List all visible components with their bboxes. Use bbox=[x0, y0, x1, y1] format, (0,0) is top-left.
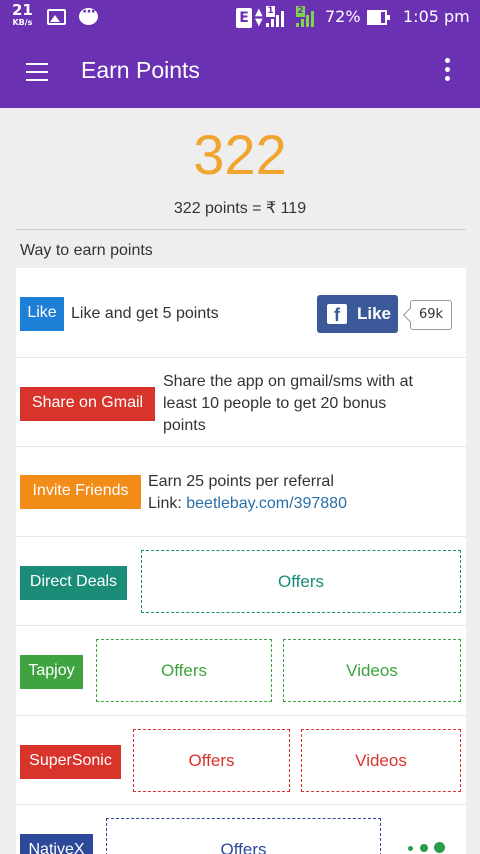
sim1-tag: 1 bbox=[266, 6, 275, 17]
earn-options-list: Like Like and get 5 points f Like 69k Sh… bbox=[16, 268, 466, 854]
clock: 1:05 pm bbox=[403, 7, 470, 26]
facebook-like-button[interactable]: f Like bbox=[317, 295, 398, 333]
share-line-1: Share the app on gmail/sms with at bbox=[163, 373, 413, 390]
app-bar: Earn Points bbox=[0, 36, 480, 108]
like-badge[interactable]: Like bbox=[20, 297, 64, 331]
gallery-icon bbox=[47, 9, 66, 25]
referral-link[interactable]: beetlebay.com/397880 bbox=[186, 495, 347, 512]
supersonic-badge[interactable]: SuperSonic bbox=[20, 745, 121, 779]
page-title: Earn Points bbox=[81, 57, 200, 83]
speed-value: 21 bbox=[12, 1, 33, 19]
invite-description: Earn 25 points per referral Link: beetle… bbox=[148, 471, 347, 515]
share-line-2: least 10 people to get 20 bonus bbox=[163, 395, 387, 412]
divider bbox=[16, 229, 466, 230]
share-line-3: points bbox=[163, 417, 206, 434]
like-count: 69k bbox=[410, 300, 452, 330]
facebook-like-label: Like bbox=[357, 304, 392, 323]
speed-unit: KB/s bbox=[12, 18, 33, 27]
list-item-invite: Invite Friends Earn 25 points per referr… bbox=[16, 447, 466, 537]
tapjoy-badge[interactable]: Tapjoy bbox=[20, 655, 83, 689]
data-arrows-icon: ▲ ▼ bbox=[255, 7, 263, 28]
invite-link-label: Link: bbox=[148, 495, 187, 512]
status-bar: 21 KB/s E ▲▼ 1 2 72% 1:05 pm bbox=[0, 0, 480, 36]
network-type: E bbox=[236, 8, 252, 28]
share-on-gmail-badge[interactable]: Share on Gmail bbox=[20, 387, 155, 421]
more-vert-icon[interactable] bbox=[440, 58, 454, 86]
points-total: 322 bbox=[193, 123, 287, 186]
signal-icon: 2 bbox=[296, 6, 318, 27]
list-item-share: Share on Gmail Share the app on gmail/sm… bbox=[16, 358, 466, 447]
list-item-nativex: NativeX Offers bbox=[16, 805, 466, 854]
tapjoy-videos-button[interactable]: Videos bbox=[283, 639, 461, 702]
menu-icon[interactable] bbox=[26, 63, 48, 81]
battery-percent: 72% bbox=[325, 7, 361, 26]
chat-icon bbox=[79, 4, 98, 25]
invite-line-1: Earn 25 points per referral bbox=[148, 473, 334, 490]
list-item-supersonic: SuperSonic Offers Videos bbox=[16, 716, 466, 805]
network-speed: 21 KB/s bbox=[12, 3, 33, 27]
sim2-tag: 2 bbox=[296, 6, 305, 17]
tapjoy-offers-button[interactable]: Offers bbox=[96, 639, 272, 702]
list-item-like: Like Like and get 5 points f Like 69k bbox=[16, 268, 466, 358]
supersonic-offers-button[interactable]: Offers bbox=[133, 729, 290, 792]
signal-icon: 1 bbox=[266, 6, 288, 27]
section-label: Way to earn points bbox=[20, 242, 153, 259]
facebook-icon: f bbox=[327, 304, 347, 324]
loading-dots-icon bbox=[408, 840, 448, 854]
like-count-value: 69k bbox=[418, 307, 444, 322]
battery-icon bbox=[367, 10, 390, 25]
invite-friends-badge[interactable]: Invite Friends bbox=[20, 475, 141, 509]
points-conversion: 322 points = ₹ 119 bbox=[173, 200, 307, 217]
direct-deals-badge[interactable]: Direct Deals bbox=[20, 566, 127, 600]
share-description: Share the app on gmail/sms with at least… bbox=[163, 371, 413, 437]
list-item-tapjoy: Tapjoy Offers Videos bbox=[16, 626, 466, 716]
like-description: Like and get 5 points bbox=[71, 305, 219, 322]
nativex-offers-button[interactable]: Offers bbox=[106, 818, 381, 854]
nativex-badge[interactable]: NativeX bbox=[20, 834, 93, 854]
direct-deals-offers-button[interactable]: Offers bbox=[141, 550, 461, 613]
list-item-direct-deals: Direct Deals Offers bbox=[16, 537, 466, 626]
invite-link-line: Link: beetlebay.com/397880 bbox=[148, 493, 347, 515]
supersonic-videos-button[interactable]: Videos bbox=[301, 729, 461, 792]
